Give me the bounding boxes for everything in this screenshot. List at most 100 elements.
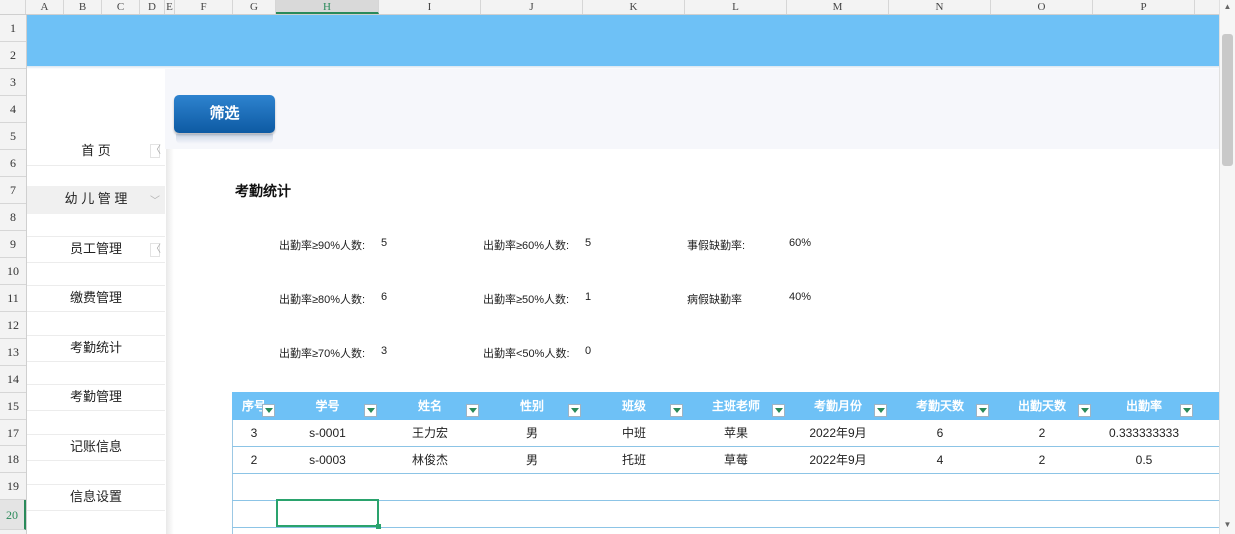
column-header-d[interactable]: D [140,0,165,14]
table-cell[interactable]: s-0001 [276,420,379,446]
table-cell[interactable]: 2 [991,447,1093,473]
column-header-b[interactable]: B [64,0,102,14]
table-cell[interactable]: 2 [991,420,1093,446]
row-header-9[interactable]: 9 [0,231,26,258]
column-header-o[interactable]: O [991,0,1093,14]
filter-dropdown-icon[interactable] [364,404,377,417]
row-header-10[interactable]: 10 [0,258,26,285]
sidebar-item-staff-management[interactable]: 员工管理 [27,236,165,262]
row-header-17[interactable]: 17 [0,420,26,446]
row-header-7[interactable]: 7 [0,177,26,204]
table-cell[interactable]: 2022年9月 [787,420,889,446]
filter-dropdown-icon[interactable] [1078,404,1091,417]
column-header-k[interactable]: K [583,0,685,14]
sidebar-divider [27,510,165,511]
stat-label: 出勤率≥90%人数: [279,240,366,252]
active-cell-selection[interactable] [276,499,379,527]
table-cell[interactable]: 2 [232,447,276,473]
table-cell[interactable]: 苹果 [685,420,787,446]
table-cell[interactable]: 0.333333333 [1093,420,1195,446]
column-header-h[interactable]: H [276,0,379,14]
sidebar-item-label: 记账信息 [69,439,122,454]
row-header-3[interactable]: 3 [0,69,26,96]
sidebar-item-child-management[interactable]: 幼 儿 管 理 [27,186,165,214]
sidebar-item-attendance-stats[interactable]: 考勤统计 [27,335,165,361]
table-cell[interactable]: 男 [481,420,583,446]
filter-dropdown-icon[interactable] [976,404,989,417]
row-header-19[interactable]: 19 [0,473,26,500]
column-header-l[interactable]: L [685,0,787,14]
select-all-corner[interactable] [0,0,26,14]
column-header-bar: A B C D E F G H I J K L M N O P [0,0,1219,15]
table-cell[interactable]: 2022年9月 [787,447,889,473]
column-header-p[interactable]: P [1093,0,1195,14]
filter-button-reflection [176,134,273,144]
row-header-5[interactable]: 5 [0,123,26,150]
scroll-up-arrow-icon[interactable]: ▲ [1221,2,1234,11]
table-cell[interactable]: 草莓 [685,447,787,473]
column-header-a[interactable]: A [26,0,64,14]
filter-dropdown-icon[interactable] [262,404,275,417]
row-header-6[interactable]: 6 [0,150,26,177]
table-cell[interactable]: s-0003 [276,447,379,473]
column-header-i[interactable]: I [379,0,481,14]
sidebar-item-label: 首 页 [81,143,111,158]
column-header-m[interactable]: M [787,0,889,14]
sidebar-item-label: 缴费管理 [69,290,122,305]
sidebar-item-attendance-management[interactable]: 考勤管理 [27,384,165,410]
column-header-e[interactable]: E [165,0,175,14]
sidebar-item-label: 考勤管理 [69,389,122,404]
sidebar-divider [27,460,165,461]
row-header-8[interactable]: 8 [0,204,26,231]
table-cell[interactable]: 男 [481,447,583,473]
table-row-divider [232,473,1219,474]
scrollbar-thumb[interactable] [1222,34,1233,166]
column-header-c[interactable]: C [102,0,140,14]
table-row-divider [232,500,1219,501]
filter-dropdown-icon[interactable] [874,404,887,417]
toolbar-panel [165,69,1219,149]
chevron-down-icon[interactable]: ﹀ [150,196,160,210]
table-cell[interactable]: 托班 [583,447,685,473]
row-header-20[interactable]: 20 [0,500,26,530]
sidebar-item-label: 信息设置 [69,489,122,504]
table-cell[interactable]: 中班 [583,420,685,446]
row-header-18[interactable]: 18 [0,446,26,473]
column-header-n[interactable]: N [889,0,991,14]
row-header-2[interactable]: 2 [0,42,26,69]
scroll-down-arrow-icon[interactable]: ▼ [1221,520,1234,529]
sidebar-item-home[interactable]: 首 页 [27,138,165,164]
stat-label: 出勤率≥60%人数: [483,240,570,252]
row-header-1[interactable]: 1 [0,15,26,42]
row-header-bar: 1 2 3 4 5 6 7 8 9 10 11 12 13 14 15 17 1… [0,15,27,534]
table-cell[interactable]: 4 [889,447,991,473]
table-cell[interactable]: 6 [889,420,991,446]
filter-dropdown-icon[interactable] [772,404,785,417]
filter-dropdown-icon[interactable] [1180,404,1193,417]
table-cell[interactable]: 3 [232,420,276,446]
row-header-11[interactable]: 11 [0,285,26,312]
chevron-left-icon[interactable]: 〈 [150,243,161,257]
chevron-left-icon[interactable]: 〈 [150,144,161,158]
row-header-14[interactable]: 14 [0,366,26,393]
fill-handle[interactable] [376,524,381,529]
sidebar-item-accounting[interactable]: 记账信息 [27,434,165,460]
table-cell[interactable]: 0.5 [1093,447,1195,473]
filter-dropdown-icon[interactable] [568,404,581,417]
filter-button[interactable]: 筛选 [174,95,275,133]
table-cell[interactable]: 林俊杰 [379,447,481,473]
stat-label: 出勤率≥50%人数: [483,294,570,306]
column-header-f[interactable]: F [175,0,233,14]
column-header-j[interactable]: J [481,0,583,14]
row-header-15[interactable]: 15 [0,393,26,420]
row-header-13[interactable]: 13 [0,339,26,366]
column-header-g[interactable]: G [233,0,276,14]
row-header-4[interactable]: 4 [0,96,26,123]
row-header-12[interactable]: 12 [0,312,26,339]
sidebar-item-fee-management[interactable]: 缴费管理 [27,285,165,311]
filter-dropdown-icon[interactable] [670,404,683,417]
filter-dropdown-icon[interactable] [466,404,479,417]
sidebar-item-settings[interactable]: 信息设置 [27,484,165,510]
stat-label: 出勤率<50%人数: [483,348,570,360]
table-cell[interactable]: 王力宏 [379,420,481,446]
